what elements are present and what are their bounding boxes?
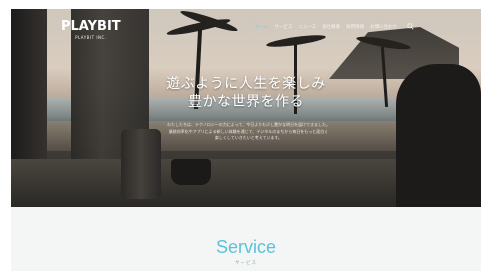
hero-lead-line3: 楽しくしていきたいと考えています。: [214, 135, 283, 140]
hero-headline-line1: 遊ぶように人生を楽しみ: [166, 76, 326, 92]
nav-item-home[interactable]: ホーム: [255, 24, 268, 30]
page-frame: PLAYBIT PLAYBIT INC. ホーム サービス ニュース 会社概要 …: [11, 9, 481, 271]
hero-section: PLAYBIT PLAYBIT INC. ホーム サービス ニュース 会社概要 …: [11, 9, 481, 207]
hero-lead-text: わたしたちは、テクノロジーの力によって、今日よりも少し豊かな明日を届けてきました…: [161, 122, 336, 142]
hero-jar: [121, 129, 161, 199]
search-icon[interactable]: [407, 23, 414, 30]
service-section-subtitle: サービス: [235, 261, 257, 266]
hero-lead-line1: わたしたちは、テクノロジーの力によって、今日よりも少し豊かな明日を届けてきました…: [166, 122, 331, 127]
main-nav: ホーム サービス ニュース 会社概要 採用情報 お問い合わせ: [255, 23, 414, 30]
logo-mark: PLAYBIT: [61, 19, 121, 34]
hero-headline-line2: 豊かな世界を作る: [188, 94, 304, 110]
site-logo[interactable]: PLAYBIT PLAYBIT INC.: [61, 19, 121, 40]
logo-subtext: PLAYBIT INC.: [75, 35, 107, 40]
hero-cup: [171, 159, 211, 185]
nav-item-recruit[interactable]: 採用情報: [346, 24, 364, 30]
service-section-title: Service: [215, 237, 277, 257]
nav-item-news[interactable]: ニュース: [298, 24, 316, 30]
hero-headline: 遊ぶように人生を楽しみ 豊かな世界を作る: [11, 75, 481, 111]
nav-item-company[interactable]: 会社概要: [322, 24, 340, 30]
nav-item-contact[interactable]: お問い合わせ: [370, 24, 397, 30]
nav-item-service[interactable]: サービス: [274, 24, 292, 30]
